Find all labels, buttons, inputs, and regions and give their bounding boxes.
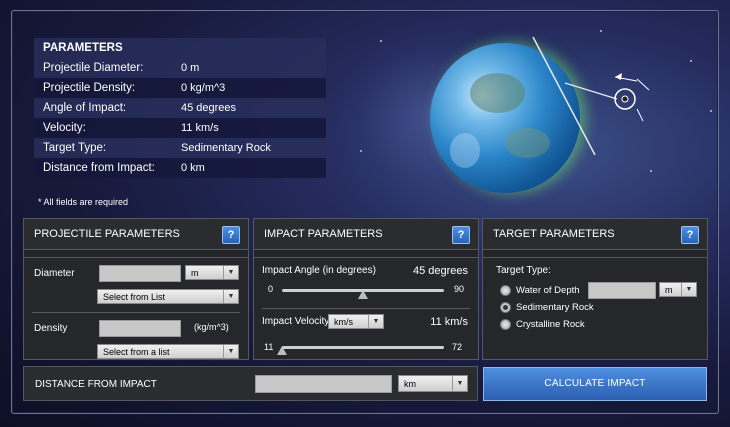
star-decoration — [690, 60, 692, 62]
chevron-down-icon: ▼ — [681, 283, 696, 296]
summary-label: Velocity: — [43, 122, 86, 134]
star-decoration — [360, 150, 362, 152]
required-note: * All fields are required — [38, 197, 129, 207]
water-depth-input[interactable] — [588, 282, 656, 299]
summary-label: Distance from Impact: — [43, 162, 155, 174]
chevron-down-icon: ▼ — [223, 290, 238, 303]
velocity-unit-value: km/s — [334, 317, 353, 327]
summary-value: 11 km/s — [181, 122, 219, 134]
chevron-down-icon: ▼ — [223, 266, 238, 279]
summary-row: Velocity: 11 km/s — [34, 118, 326, 138]
target-help-button[interactable]: ? — [681, 226, 699, 244]
chevron-down-icon: ▼ — [452, 376, 467, 391]
projectile-help-button[interactable]: ? — [222, 226, 240, 244]
diameter-input[interactable] — [99, 265, 181, 282]
diameter-list-value: Select from List — [103, 292, 166, 302]
diameter-unit-value: m — [191, 268, 199, 278]
chevron-down-icon: ▼ — [223, 345, 238, 358]
star-decoration — [650, 170, 652, 172]
summary-row: Target Type: Sedimentary Rock — [34, 138, 326, 158]
velocity-slider-track[interactable] — [282, 346, 444, 349]
star-decoration — [600, 30, 602, 32]
star-decoration — [380, 40, 382, 42]
summary-value: Sedimentary Rock — [181, 142, 271, 154]
angle-min: 0 — [268, 284, 274, 294]
impact-help-button[interactable]: ? — [452, 226, 470, 244]
summary-row: Projectile Diameter: 0 m — [34, 58, 326, 78]
impact-title: IMPACT PARAMETERS — [264, 228, 383, 240]
summary-label: Angle of Impact: — [43, 102, 127, 114]
distance-input[interactable] — [255, 375, 392, 393]
impact-panel: IMPACT PARAMETERS ? Impact Angle (in deg… — [253, 218, 479, 360]
diameter-list-select[interactable]: Select from List ▼ — [97, 289, 239, 304]
projectile-panel: PROJECTILE PARAMETERS ? Diameter m ▼ Sel… — [23, 218, 249, 360]
distance-unit-select[interactable]: km ▼ — [398, 375, 468, 392]
summary-value: 0 km — [181, 162, 205, 174]
parameters-summary: PARAMETERS Projectile Diameter: 0 m Proj… — [34, 38, 326, 178]
summary-value: 0 m — [181, 62, 200, 74]
radio-sedimentary-rock[interactable] — [500, 302, 511, 313]
water-depth-unit-select[interactable]: m ▼ — [659, 282, 697, 297]
summary-label: Target Type: — [43, 142, 107, 154]
chevron-down-icon: ▼ — [368, 315, 383, 328]
projectile-panel-body: Diameter m ▼ Select from List ▼ Density … — [24, 257, 248, 359]
angle-max: 90 — [454, 284, 465, 294]
target-type-label: Target Type: — [496, 265, 551, 276]
velocity-min: 11 — [264, 342, 274, 352]
velocity-max: 72 — [452, 342, 463, 352]
diameter-unit-select[interactable]: m ▼ — [185, 265, 239, 280]
velocity-unit-select[interactable]: km/s ▼ — [328, 314, 384, 329]
density-list-value: Select from a list — [103, 347, 170, 357]
summary-row: Angle of Impact: 45 degrees — [34, 98, 326, 118]
density-label: Density — [34, 323, 68, 334]
option-label: Sedimentary Rock — [516, 302, 594, 313]
density-input[interactable] — [99, 320, 181, 337]
angle-slider-thumb[interactable] — [358, 290, 368, 299]
projectile-panel-title: PROJECTILE PARAMETERS ? — [24, 219, 248, 250]
velocity-value: 11 km/s — [430, 316, 468, 328]
target-panel: TARGET PARAMETERS ? Target Type: Water o… — [482, 218, 708, 360]
summary-value: 0 kg/m^3 — [181, 82, 226, 94]
target-title: TARGET PARAMETERS — [493, 228, 615, 240]
angle-value: 45 degrees — [412, 265, 468, 277]
summary-title: PARAMETERS — [34, 38, 326, 58]
radio-crystalline-rock[interactable] — [500, 319, 511, 330]
summary-row: Distance from Impact: 0 km — [34, 158, 326, 178]
option-label: Crystalline Rock — [516, 319, 585, 330]
impact-panel-title: IMPACT PARAMETERS ? — [254, 219, 478, 250]
distance-unit-value: km — [404, 379, 416, 389]
panel-divider — [32, 312, 240, 313]
distance-panel: DISTANCE FROM IMPACT km ▼ — [23, 366, 478, 401]
angle-label: Impact Angle (in degrees) — [262, 265, 376, 276]
target-panel-body: Target Type: Water of Depth m ▼ Sediment… — [483, 257, 707, 359]
velocity-label: Impact Velocity — [262, 316, 330, 327]
water-depth-unit-value: m — [665, 285, 673, 295]
continent-shape — [470, 73, 525, 113]
impact-diagram-icon — [532, 36, 650, 155]
density-list-select[interactable]: Select from a list ▼ — [97, 344, 239, 359]
cloud-shape — [450, 133, 480, 168]
summary-label: Projectile Diameter: — [43, 62, 144, 74]
star-decoration — [710, 110, 712, 112]
density-unit-label: (kg/m^3) — [194, 322, 229, 332]
velocity-slider-thumb[interactable] — [277, 346, 287, 355]
impact-panel-body: Impact Angle (in degrees) 45 degrees 0 9… — [254, 257, 478, 359]
summary-label: Projectile Density: — [43, 82, 136, 94]
distance-label: DISTANCE FROM IMPACT — [35, 379, 157, 390]
summary-row: Projectile Density: 0 kg/m^3 — [34, 78, 326, 98]
target-panel-title: TARGET PARAMETERS ? — [483, 219, 707, 250]
diameter-label: Diameter — [34, 268, 75, 279]
projectile-title: PROJECTILE PARAMETERS — [34, 228, 180, 240]
panel-divider — [262, 308, 470, 309]
option-label: Water of Depth — [516, 285, 580, 296]
calculate-impact-button[interactable]: CALCULATE IMPACT — [483, 367, 707, 401]
summary-value: 45 degrees — [181, 102, 237, 114]
radio-water-of-depth[interactable] — [500, 285, 511, 296]
